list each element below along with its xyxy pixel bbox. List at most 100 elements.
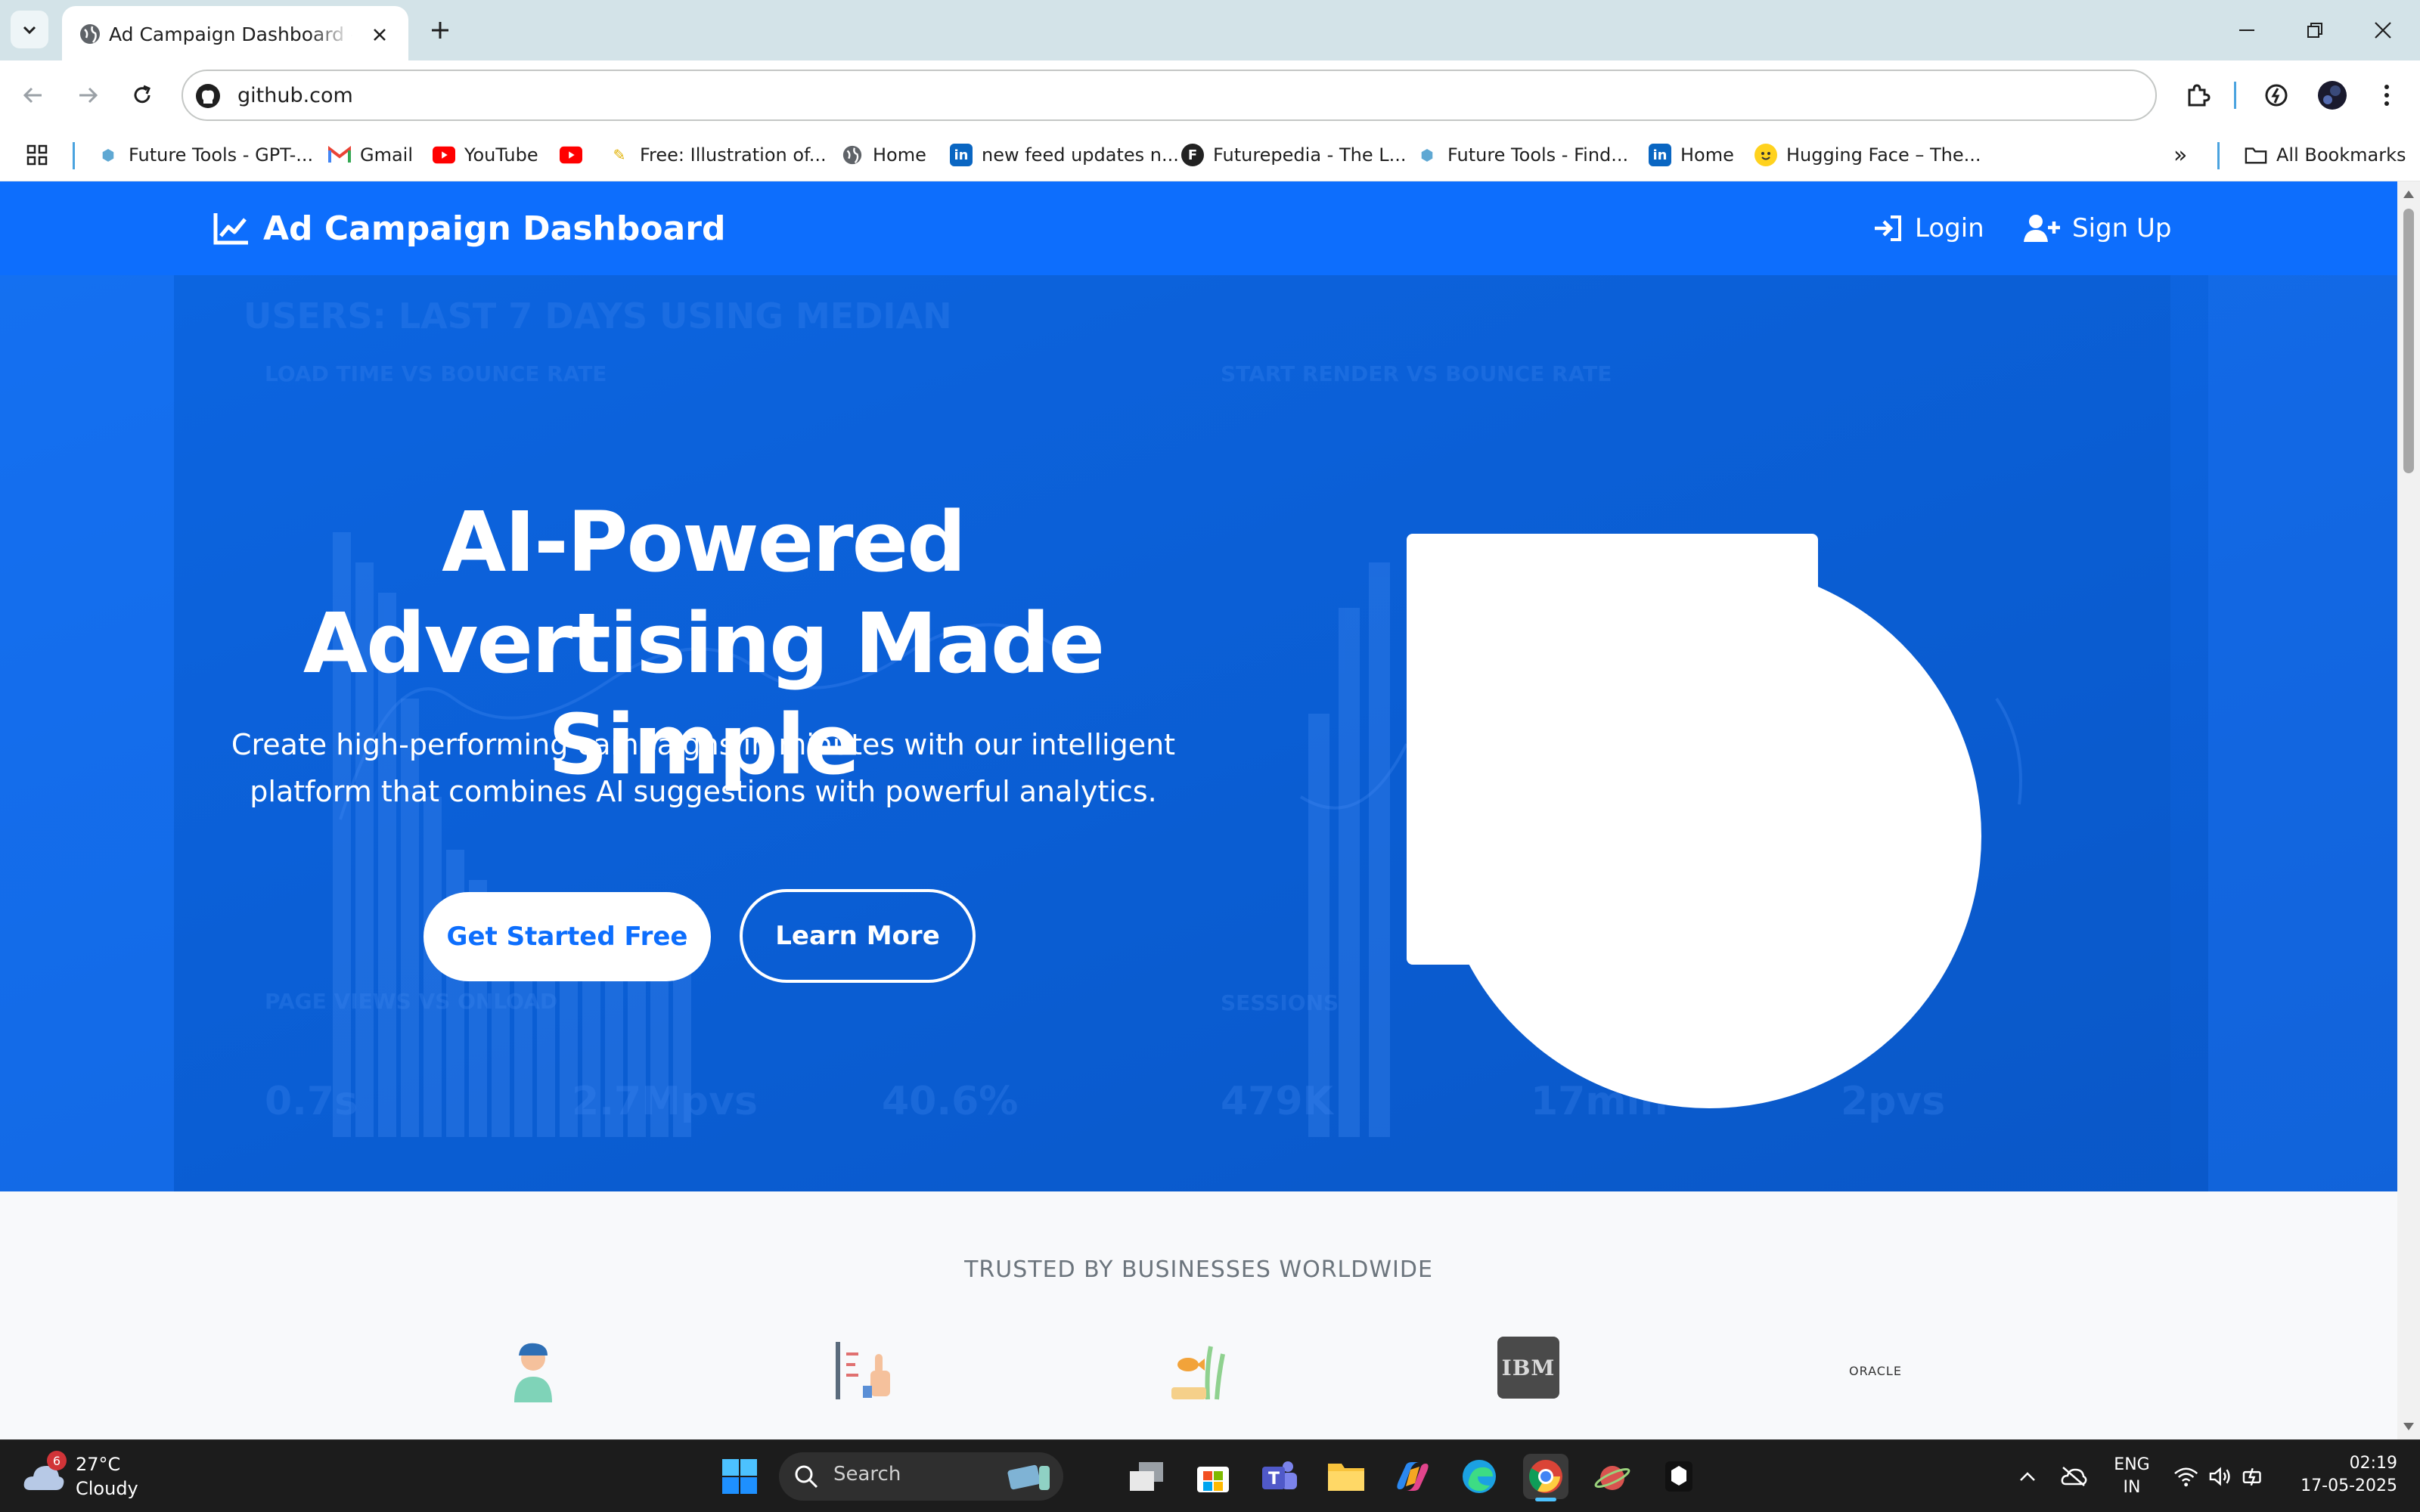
tab-search-button[interactable] [11,11,48,48]
folder-icon [1328,1464,1364,1491]
bookmark-item[interactable]: YouTube [433,138,538,172]
pinned-app-button[interactable] [1590,1454,1635,1499]
bookmarks-divider [73,142,75,169]
restore-icon [2307,23,2322,38]
time-label: 02:19 [2349,1454,2397,1473]
scrollbar-thumb[interactable] [2403,209,2414,473]
bookmark-item[interactable] [560,138,582,172]
reload-icon [134,85,150,104]
toolbar-divider [2234,82,2236,109]
forward-button[interactable] [67,74,109,116]
page-scrollbar[interactable] [2397,181,2420,1439]
fish-aquarium-logo [1165,1337,1233,1405]
address-bar[interactable]: github.com [182,70,2157,121]
bookmark-item[interactable]: in new feed updates n... [950,138,1179,172]
weather-widget[interactable]: 6 27°C Cloudy [23,1451,174,1502]
tab-title: Ad Campaign Dashboard - Optimize Your Ad… [109,23,352,45]
speedometer-icon [2265,84,2288,107]
bookmark-item[interactable]: in Home [1649,138,1734,172]
back-button[interactable] [12,74,54,116]
minimize-icon [2239,29,2254,31]
learn-more-button[interactable]: Learn More [740,889,976,983]
performance-button[interactable] [2257,76,2296,115]
taskbar-search[interactable]: Search [779,1452,1063,1501]
github-icon [194,82,222,110]
teams-button[interactable]: T [1257,1454,1302,1499]
bookmarks-bar: ⬢ Future Tools - GPT-... Gmail YouTube ✎ F… [0,130,2420,181]
login-link[interactable]: Login [1872,207,1984,249]
signup-link[interactable]: Sign Up [2024,207,2171,249]
browser-toolbar: github.com [0,60,2420,130]
site-brand[interactable]: Ad Campaign Dashboard [213,203,725,254]
get-started-button[interactable]: Get Started Free [424,892,711,981]
new-tab-button[interactable] [424,14,457,47]
pinned-app-button[interactable] [1656,1454,1702,1499]
trusted-section: TRUSTED BY BUSINESSES WORLDWIDE IBM ORAC… [0,1191,2397,1439]
bookmark-item[interactable]: ⬢ Future Tools - Find... [1416,138,1628,172]
browser-tab-active[interactable]: Ad Campaign Dashboard - Optimize Your Ad… [62,6,408,62]
hero-image-placeholder [1407,534,1981,1108]
chrome-button[interactable] [1523,1454,1568,1501]
windows-icon [722,1459,757,1494]
region-label: IN [2123,1478,2141,1497]
bookmark-item[interactable]: Hugging Face – The... [1754,138,1981,172]
puzzle-icon [2188,84,2211,107]
language-indicator[interactable]: ENG IN [2113,1454,2151,1499]
quick-settings-button[interactable] [2173,1461,2264,1492]
browser-menu-button[interactable] [2367,76,2406,115]
background-dashboard-text: USERS: LAST 7 DAYS USING MEDIAN [244,296,952,336]
close-window-button[interactable] [2349,8,2417,53]
bookmark-item[interactable]: Gmail [328,138,413,172]
onedrive-status[interactable] [2059,1461,2089,1492]
volume-icon [2210,1467,2230,1486]
extensions-button[interactable] [2178,76,2217,115]
microsoft-store-button[interactable] [1190,1454,1236,1499]
wifi-icon [2174,1467,2198,1487]
chart-hand-logo [830,1337,898,1405]
task-view-button[interactable] [1124,1454,1169,1499]
search-icon [795,1465,818,1489]
apps-button[interactable] [26,138,48,172]
profile-avatar[interactable] [2313,76,2352,115]
battery-charging-icon [2242,1467,2261,1486]
page-viewport: Ad Campaign Dashboard Login Sign Up USER… [0,181,2397,1439]
all-bookmarks-button[interactable]: All Bookmarks [2245,138,2406,172]
chrome-icon [1529,1460,1562,1493]
bookmark-item[interactable]: Home [841,138,926,172]
file-explorer-button[interactable] [1323,1454,1369,1499]
close-tab-button[interactable] [365,20,395,50]
minimize-window-button[interactable] [2213,8,2281,53]
show-hidden-icons-button[interactable] [2015,1461,2040,1492]
svg-text:2.7Mpvs: 2.7Mpvs [572,1079,758,1124]
cloud-off-icon [2061,1467,2087,1486]
url-text: github.com [237,84,353,107]
bookmarks-overflow-button[interactable]: » [2173,138,2187,172]
reload-button[interactable] [121,74,163,116]
edge-icon [1463,1460,1496,1493]
edge-button[interactable] [1457,1454,1502,1499]
restore-window-button[interactable] [2281,8,2349,53]
start-button[interactable] [717,1454,762,1499]
svg-text:0.7s: 0.7s [265,1079,358,1124]
signup-label: Sign Up [2072,213,2172,243]
hugging-face-icon [1754,144,1777,166]
cube-app-icon [1665,1461,1692,1492]
ibm-logo: IBM [1497,1337,1559,1399]
bookmark-item[interactable]: ⬢ Future Tools - GPT-... [97,138,313,172]
clock[interactable]: 02:19 17-05-2025 [2284,1452,2397,1498]
svg-text:LOAD TIME VS BOUNCE RATE: LOAD TIME VS BOUNCE RATE [265,361,607,386]
scroll-up-icon[interactable] [2403,189,2415,200]
bookmarks-divider [2217,142,2220,169]
bookmark-item[interactable]: F Futurepedia - The L... [1181,138,1406,172]
teams-icon: T [1262,1461,1297,1489]
scroll-down-icon[interactable] [2403,1421,2415,1432]
close-icon [2375,22,2391,39]
arrow-right-icon [79,87,98,104]
browser-tab-strip: Ad Campaign Dashboard - Optimize Your Ad… [0,0,2420,62]
bookmark-item[interactable]: ✎ Free: Illustration of... [608,138,827,172]
chevron-down-icon [23,26,36,35]
weather-condition: Cloudy [76,1478,138,1499]
search-placeholder: Search [833,1463,901,1486]
copilot-button[interactable] [1390,1454,1435,1499]
youtube-icon [433,144,455,166]
